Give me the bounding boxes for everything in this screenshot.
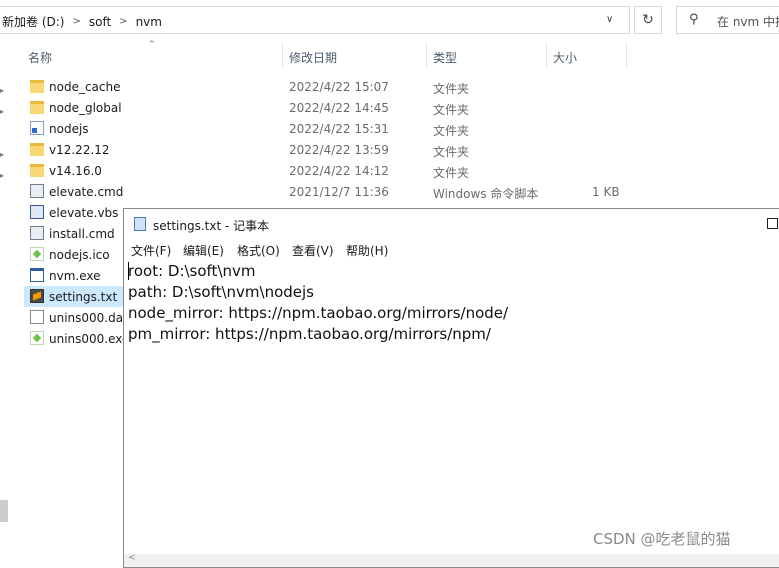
file-type: 文件夹 [433, 145, 470, 159]
file-type: 文件夹 [433, 82, 470, 96]
breadcrumb: 新加卷 (D:) > soft > nvm [2, 13, 162, 30]
notepad-window: settings.txt - 记事本 文件(F) 编辑(E) 格式(O) 查看(… [123, 208, 779, 568]
text-line: node_mirror: https://npm.taobao.org/mirr… [128, 304, 509, 322]
folder-shortcut-icon [30, 121, 44, 135]
notepad-titlebar[interactable]: settings.txt - 记事本 [124, 209, 779, 239]
column-header-date[interactable]: 修改日期 [289, 49, 337, 66]
expand-arrow-icon[interactable]: ▸ [0, 86, 4, 95]
installer-file-icon [30, 331, 44, 345]
menu-format[interactable]: 格式(O) [237, 242, 280, 259]
file-date: 2022/4/22 15:07 [289, 80, 389, 94]
folder-icon [30, 143, 44, 156]
cmd-file-icon [30, 226, 44, 240]
notepad-icon [134, 217, 146, 231]
file-size: 1 KB [592, 185, 620, 199]
file-name: nodejs.ico [49, 248, 110, 262]
scroll-left-icon[interactable]: < [128, 553, 136, 563]
column-header-size[interactable]: 大小 [553, 49, 577, 66]
chevron-down-icon[interactable]: ∨ [606, 14, 613, 25]
folder-icon [30, 101, 44, 114]
column-header-name[interactable]: 名称 [28, 49, 52, 66]
cmd-file-icon [30, 184, 44, 198]
column-header-type[interactable]: 类型 [433, 49, 457, 66]
file-type: 文件夹 [433, 124, 470, 138]
sublime-file-icon [30, 289, 44, 303]
file-date: 2022/4/22 14:12 [289, 164, 389, 178]
list-item[interactable]: v12.22.12 2022/4/22 13:59 文件夹 [24, 139, 624, 160]
text-line: root: D:\soft\nvm [128, 262, 256, 280]
list-item[interactable]: elevate.cmd 2021/12/7 11:36 Windows 命令脚本… [24, 181, 624, 202]
file-name: node_cache [49, 80, 121, 94]
list-item[interactable]: nodejs 2022/4/22 15:31 文件夹 [24, 118, 624, 139]
file-type: 文件夹 [433, 166, 470, 180]
address-box[interactable]: 新加卷 (D:) > soft > nvm ∨ [0, 6, 630, 34]
file-name: unins000.exe [49, 332, 130, 346]
list-item[interactable]: node_cache 2022/4/22 15:07 文件夹 [24, 76, 624, 97]
file-type: 文件夹 [433, 103, 470, 117]
breadcrumb-nvm[interactable]: nvm [136, 15, 162, 29]
notepad-text-area[interactable]: root: D:\soft\nvm path: D:\soft\nvm\node… [124, 260, 779, 540]
text-line: path: D:\soft\nvm\nodejs [128, 283, 314, 301]
file-name: install.cmd [49, 227, 115, 241]
column-divider[interactable] [546, 42, 547, 68]
text-line: pm_mirror: https://npm.taobao.org/mirror… [128, 325, 491, 343]
list-item[interactable]: v14.16.0 2022/4/22 14:12 文件夹 [24, 160, 624, 181]
file-name: unins000.dat [49, 311, 128, 325]
search-placeholder: 在 nvm 中搜 [717, 15, 779, 29]
dat-file-icon [30, 310, 44, 324]
address-bar: 新加卷 (D:) > soft > nvm ∨ ↻ ⚲ 在 nvm 中搜 [0, 0, 779, 40]
column-headers: ⌃ 名称 修改日期 类型 大小 [0, 40, 779, 70]
file-name: node_global [49, 101, 122, 115]
horizontal-scrollbar[interactable]: < [124, 553, 779, 567]
sort-up-icon: ⌃ [148, 40, 156, 50]
file-name: nvm.exe [49, 269, 101, 283]
watermark: CSDN @吃老鼠的猫 [593, 530, 731, 548]
file-name: elevate.cmd [49, 185, 124, 199]
file-date: 2022/4/22 14:45 [289, 101, 389, 115]
search-icon: ⚲ [689, 12, 699, 27]
maximize-icon[interactable] [767, 218, 778, 229]
nav-scrollbar-thumb[interactable] [0, 500, 8, 522]
file-name: nodejs [49, 122, 89, 136]
breadcrumb-soft[interactable]: soft [89, 15, 111, 29]
vbs-file-icon [30, 205, 44, 219]
file-date: 2022/4/22 15:31 [289, 122, 389, 136]
refresh-icon: ↻ [642, 12, 654, 28]
column-divider[interactable] [626, 42, 627, 68]
list-item-selected[interactable]: settings.txt [24, 286, 124, 307]
breadcrumb-drive[interactable]: 新加卷 (D:) [2, 13, 64, 30]
list-item[interactable]: node_global 2022/4/22 14:45 文件夹 [24, 97, 624, 118]
file-name: v12.22.12 [49, 143, 110, 157]
column-divider[interactable] [282, 42, 283, 68]
column-divider[interactable] [426, 42, 427, 68]
refresh-button[interactable]: ↻ [634, 6, 662, 34]
search-input[interactable]: ⚲ 在 nvm 中搜 [676, 6, 779, 34]
folder-icon [30, 164, 44, 177]
expand-arrow-icon[interactable]: ▸ [0, 150, 4, 159]
file-date: 2021/12/7 11:36 [289, 185, 389, 199]
expand-arrow-icon[interactable]: ▸ [0, 171, 4, 180]
navigation-pane: ▸ ▸ ▸ ▸ [0, 70, 10, 557]
expand-arrow-icon[interactable]: ▸ [0, 107, 4, 116]
menu-edit[interactable]: 编辑(E) [183, 242, 224, 259]
notepad-menubar: 文件(F) 编辑(E) 格式(O) 查看(V) 帮助(H) [124, 239, 779, 259]
menu-file[interactable]: 文件(F) [131, 242, 171, 259]
exe-file-icon [30, 268, 44, 282]
menu-view[interactable]: 查看(V) [292, 242, 334, 259]
file-name: elevate.vbs [49, 206, 119, 220]
folder-icon [30, 80, 44, 93]
file-type: Windows 命令脚本 [433, 187, 539, 201]
chevron-right-icon: > [119, 16, 128, 27]
chevron-right-icon: > [72, 16, 81, 27]
menu-help[interactable]: 帮助(H) [346, 242, 388, 259]
ico-file-icon [30, 247, 44, 261]
notepad-title: settings.txt - 记事本 [153, 219, 270, 233]
file-name: v14.16.0 [49, 164, 102, 178]
file-date: 2022/4/22 13:59 [289, 143, 389, 157]
file-name: settings.txt [49, 290, 118, 304]
